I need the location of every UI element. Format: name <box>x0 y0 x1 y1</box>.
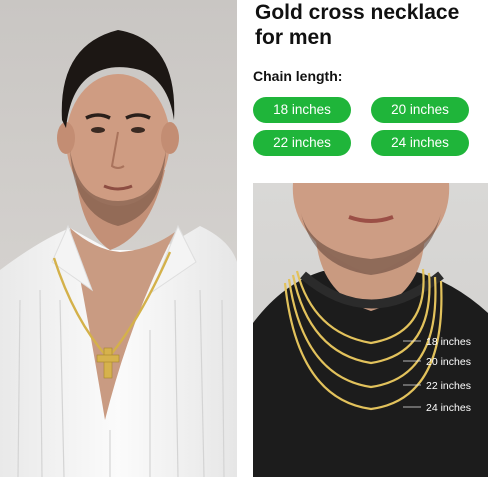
chain-length-option-22[interactable]: 22 inches <box>253 130 351 156</box>
chain-length-option-18[interactable]: 18 inches <box>253 97 351 123</box>
length-annotation-20: 20 inches <box>426 356 471 368</box>
length-annotation-22: 22 inches <box>426 380 471 392</box>
chain-length-option-20[interactable]: 20 inches <box>371 97 469 123</box>
product-title: Gold cross necklace for men <box>255 1 460 49</box>
chain-length-diagram-photo <box>253 183 488 477</box>
model-photo-cross-necklace <box>0 0 237 477</box>
length-annotation-18: 18 inches <box>426 336 471 348</box>
chain-length-option-24[interactable]: 24 inches <box>371 130 469 156</box>
length-annotation-24: 24 inches <box>426 402 471 414</box>
chain-length-label: Chain length: <box>253 68 343 84</box>
